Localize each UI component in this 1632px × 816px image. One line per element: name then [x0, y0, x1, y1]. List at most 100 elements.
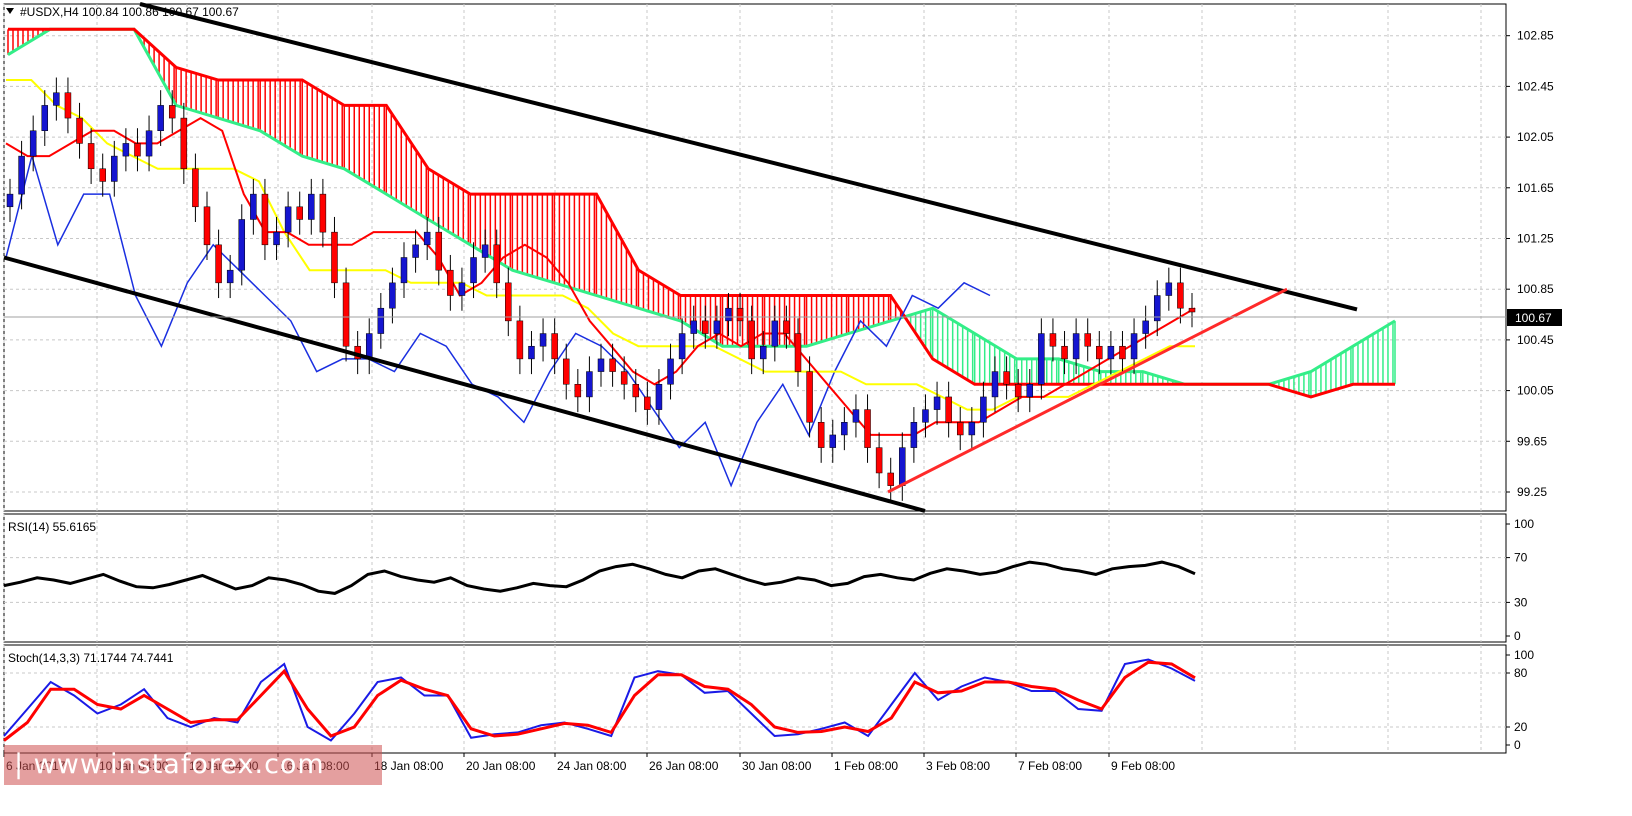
candle-body	[632, 384, 640, 398]
candle-body	[864, 409, 871, 448]
candle-body	[667, 358, 674, 385]
candle-body	[1096, 345, 1103, 360]
candle-body	[1072, 333, 1080, 360]
candle-body	[783, 320, 790, 334]
candle-body	[725, 307, 732, 322]
candle-body	[1119, 345, 1126, 360]
candle-body	[945, 396, 952, 423]
price-tick-label: 102.05	[1517, 130, 1554, 144]
candle-body	[76, 117, 83, 144]
price-tick-label: 100.45	[1517, 333, 1554, 347]
time-tick-label: 20 Jan 08:00	[466, 759, 536, 773]
candle-body	[1188, 307, 1196, 313]
time-tick-label: 7 Feb 08:00	[1018, 759, 1082, 773]
candle-body	[794, 333, 802, 372]
candle-body	[493, 244, 500, 284]
candle-body	[910, 422, 918, 448]
candle-body	[956, 422, 964, 436]
candle-body	[1061, 345, 1068, 360]
candle-body	[203, 206, 211, 246]
candle-body	[41, 105, 49, 132]
candle-body	[551, 333, 558, 360]
candle-body	[1049, 333, 1057, 347]
time-tick-label: 1 Feb 08:00	[834, 759, 898, 773]
candle-body	[1014, 384, 1022, 398]
price-tick-label: 101.25	[1517, 231, 1554, 245]
price-tick-label: 102.45	[1517, 79, 1554, 93]
candle-body	[678, 333, 686, 360]
candle-body	[562, 358, 570, 385]
candle-body	[505, 282, 512, 322]
candle-body	[644, 396, 651, 410]
candle-body	[748, 320, 755, 360]
candle-body	[134, 143, 141, 157]
candle-body	[991, 371, 999, 398]
candle-body	[875, 447, 883, 474]
candle-body	[447, 269, 454, 296]
price-tick-label: 100.05	[1517, 384, 1554, 398]
candle-body	[180, 117, 188, 170]
candle-body	[516, 320, 524, 360]
candle-body	[192, 168, 199, 208]
rsi-title: RSI(14) 55.6165	[8, 520, 96, 534]
candle-body	[389, 282, 396, 309]
candle-body	[284, 206, 292, 233]
candle-body	[759, 345, 767, 360]
symbol-header: #USDX,H4 100.84 100.86 100.67 100.67	[20, 5, 239, 19]
chart-window[interactable]: 102.85 102.45 102.05 101.65 101.25 100.85 100.…	[0, 0, 1632, 811]
candle-body	[157, 105, 164, 132]
candle-body	[331, 231, 338, 284]
time-tick-label: 3 Feb 08:00	[926, 759, 990, 773]
time-tick-label: 30 Jan 08:00	[742, 759, 812, 773]
stoch-tick-label: 20	[1514, 720, 1528, 734]
chart-canvas[interactable]: 102.85 102.45 102.05 101.65 101.25 100.85 100.…	[0, 0, 1632, 811]
candle-body	[655, 384, 663, 410]
candle-body	[829, 434, 837, 448]
candle-body	[296, 206, 303, 220]
time-tick-label: 9 Feb 08:00	[1111, 759, 1175, 773]
candle-body	[736, 307, 744, 322]
candle-body	[53, 92, 60, 106]
time-tick-label: 26 Jan 08:00	[649, 759, 719, 773]
candle-body	[933, 396, 941, 410]
candle-body	[1026, 384, 1034, 398]
candle-body	[458, 282, 466, 296]
candle-body	[539, 333, 547, 347]
price-tick-label: 102.85	[1517, 29, 1554, 43]
candle-body	[365, 333, 373, 360]
candle-body	[1130, 333, 1138, 360]
candle-body	[342, 282, 350, 347]
rsi-tick-label: 0	[1514, 629, 1521, 643]
candle-body	[377, 307, 385, 334]
rsi-tick-label: 70	[1514, 551, 1528, 565]
candle-body	[690, 320, 697, 334]
time-tick-label: 24 Jan 08:00	[557, 759, 627, 773]
candle-body	[574, 384, 582, 398]
price-tick-label: 99.65	[1517, 434, 1547, 448]
stoch-tick-label: 80	[1514, 666, 1528, 680]
candle-body	[470, 257, 477, 284]
candle-body	[64, 92, 72, 119]
candle-body	[226, 269, 234, 284]
candle-body	[412, 244, 419, 258]
price-tick-label: 101.65	[1517, 181, 1554, 195]
candle-body	[18, 155, 25, 195]
candle-body	[968, 422, 976, 436]
candle-body	[1177, 282, 1184, 309]
candle-body	[771, 320, 779, 347]
candle-body	[238, 219, 246, 271]
stoch-title: Stoch(14,3,3) 71.1744 74.7441	[8, 651, 174, 665]
candle-body	[319, 193, 327, 233]
candle-body	[122, 143, 130, 157]
candle-body	[273, 231, 280, 246]
watermark-text: | www.instaforex.com	[14, 749, 325, 780]
candle-body	[702, 320, 709, 334]
watermark-logo: | www.instaforex.com	[4, 745, 382, 785]
candle-body	[922, 409, 929, 423]
candle-body	[841, 422, 848, 436]
current-price-text: 100.67	[1515, 311, 1552, 325]
candle-body	[899, 447, 906, 486]
candle-body	[609, 358, 616, 372]
candle-body	[6, 193, 14, 208]
candle-body	[713, 320, 721, 334]
